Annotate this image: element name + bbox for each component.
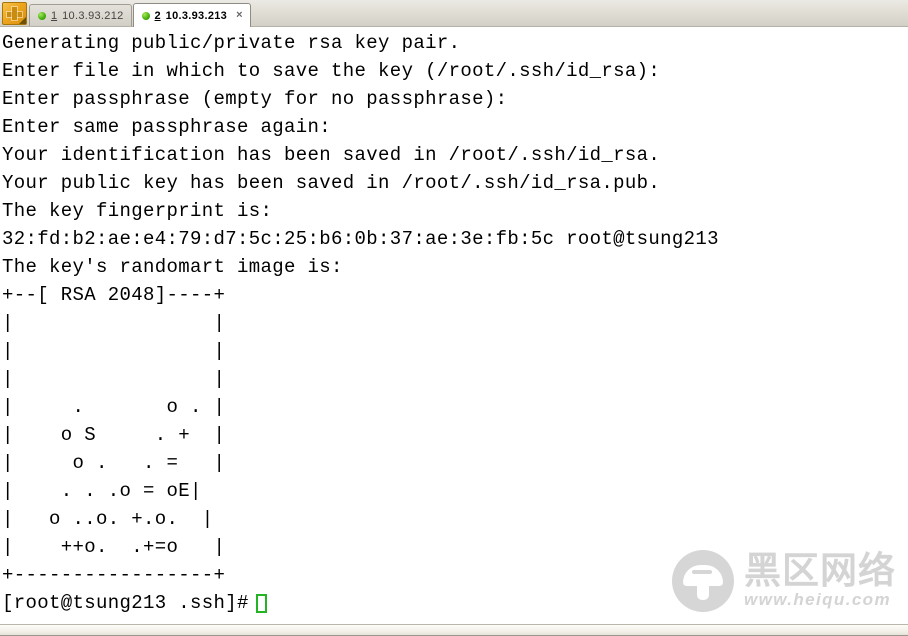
randomart-line: | o S . + |: [2, 424, 226, 446]
terminal-window: 1 10.3.93.212 2 10.3.93.213 × Generating…: [0, 0, 908, 636]
terminal-line: The key fingerprint is:: [2, 200, 273, 222]
fold-corner-icon: [19, 17, 26, 24]
randomart-line: | o ..o. +.o. |: [2, 508, 214, 530]
terminal-line: Enter passphrase (empty for no passphras…: [2, 88, 508, 110]
new-tab-button[interactable]: [2, 2, 27, 25]
tab-number: 1: [51, 9, 58, 22]
randomart-line: | o . . = |: [2, 452, 226, 474]
randomart-line: | |: [2, 340, 226, 362]
randomart-line: | . . .o = oE|: [2, 480, 202, 502]
status-bar: [0, 624, 908, 636]
randomart-line: +--[ RSA 2048]----+: [2, 284, 226, 306]
tab-session-2[interactable]: 2 10.3.93.213 ×: [132, 3, 251, 27]
randomart-line: | . o . |: [2, 396, 226, 418]
text-cursor: [255, 593, 267, 613]
close-icon[interactable]: ×: [236, 10, 242, 21]
terminal-line: The key's randomart image is:: [2, 256, 343, 278]
randomart-line: +-----------------+: [2, 564, 226, 586]
connection-status-icon: [141, 11, 150, 20]
terminal-line: Enter same passphrase again:: [2, 116, 332, 138]
tab-bar: 1 10.3.93.212 2 10.3.93.213 ×: [0, 0, 908, 27]
plus-icon-vertical: [12, 7, 17, 20]
randomart-line: | |: [2, 368, 226, 390]
shell-prompt: [root@tsung213 .ssh]#: [2, 592, 249, 614]
tab-session-1[interactable]: 1 10.3.93.212: [29, 4, 132, 26]
tab-number: 2: [154, 9, 161, 22]
terminal-output-area[interactable]: Generating public/private rsa key pair. …: [0, 27, 908, 624]
tab-label: 10.3.93.213: [165, 9, 228, 22]
terminal-line: Enter file in which to save the key (/ro…: [2, 60, 661, 82]
terminal-line: Your identification has been saved in /r…: [2, 144, 661, 166]
randomart-line: | |: [2, 312, 226, 334]
terminal-line: Your public key has been saved in /root/…: [2, 172, 661, 194]
tab-label: 10.3.93.212: [62, 9, 124, 22]
terminal-line-fingerprint: 32:fd:b2:ae:e4:79:d7:5c:25:b6:0b:37:ae:3…: [2, 228, 719, 250]
shell-prompt-line[interactable]: [root@tsung213 .ssh]#: [2, 589, 908, 617]
connection-status-icon: [38, 11, 46, 20]
randomart-line: | ++o. .+=o |: [2, 536, 226, 558]
terminal-line: Generating public/private rsa key pair.: [2, 32, 461, 54]
